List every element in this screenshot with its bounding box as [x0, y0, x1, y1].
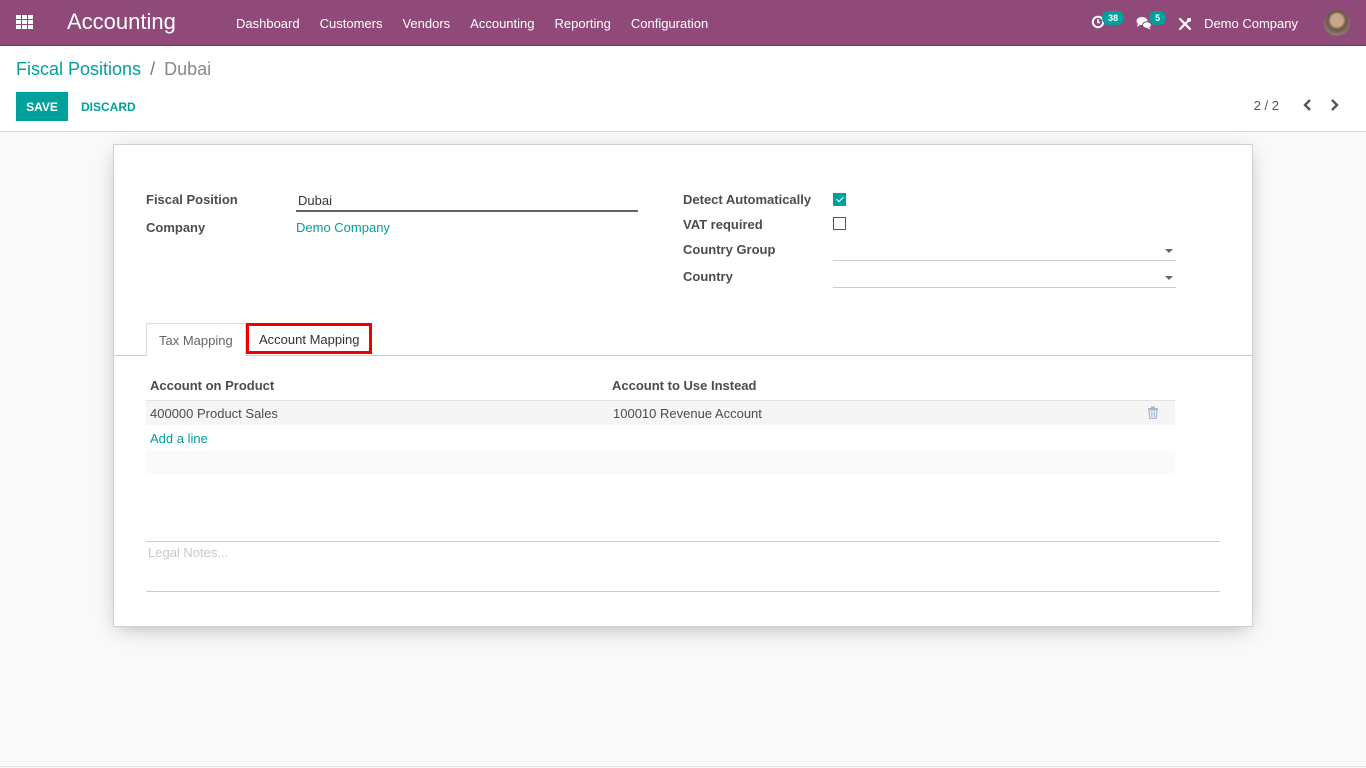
table-row[interactable]: 400000 Product Sales 100010 Revenue Acco…: [146, 400, 1175, 425]
activity-badge: 38: [1102, 11, 1125, 25]
activity-menu[interactable]: 38: [1076, 0, 1125, 46]
country-label: Country: [683, 269, 733, 284]
discard-button[interactable]: DISCARD: [72, 92, 145, 121]
debug-tools-menu[interactable]: [1174, 0, 1200, 46]
fiscal-position-input[interactable]: [296, 191, 638, 212]
pager-next-button[interactable]: [1328, 96, 1342, 114]
company-switcher[interactable]: Demo Company: [1204, 16, 1298, 31]
country-group-select[interactable]: [833, 241, 1176, 261]
notes-divider-top: [146, 541, 1220, 542]
company-label: Company: [146, 220, 206, 235]
chevron-left-icon: [1303, 99, 1311, 111]
menu-dashboard[interactable]: Dashboard: [226, 16, 310, 31]
cell-account-to-use-instead: 100010 Revenue Account: [613, 406, 762, 421]
chevron-right-icon: [1331, 99, 1339, 111]
tools-icon: [1178, 17, 1192, 31]
detect-automatically-label: Detect Automatically: [683, 192, 812, 207]
vat-required-label: VAT required: [683, 217, 763, 232]
main-menu: Dashboard Customers Vendors Accounting R…: [226, 0, 718, 46]
messages-menu[interactable]: 5: [1130, 0, 1167, 46]
country-group-label: Country Group: [683, 242, 776, 257]
pager-previous-button[interactable]: [1300, 96, 1314, 114]
messages-badge: 5: [1149, 11, 1167, 25]
legal-notes-input[interactable]: [148, 545, 1218, 585]
detect-automatically-checkbox[interactable]: [833, 193, 846, 206]
breadcrumb-fiscal-positions[interactable]: Fiscal Positions: [16, 59, 141, 79]
dropdown-caret-icon: [1165, 249, 1173, 253]
fiscal-position-label: Fiscal Position: [146, 192, 238, 207]
app-title: Accounting: [67, 9, 176, 34]
breadcrumb-current: Dubai: [164, 59, 212, 79]
top-navbar: Accounting Dashboard Customers Vendors A…: [0, 0, 1366, 46]
menu-vendors[interactable]: Vendors: [392, 16, 460, 31]
pager-value[interactable]: 2 / 2: [1254, 98, 1279, 113]
cell-account-on-product: 400000 Product Sales: [150, 406, 278, 421]
apps-menu-icon[interactable]: [16, 15, 33, 30]
breadcrumb-separator: /: [150, 59, 156, 79]
company-link[interactable]: Demo Company: [296, 220, 390, 235]
tab-account-mapping[interactable]: Account Mapping: [246, 323, 373, 354]
tabs-divider: [114, 355, 1252, 356]
menu-configuration[interactable]: Configuration: [621, 16, 718, 31]
breadcrumb: Fiscal Positions / Dubai: [16, 59, 211, 80]
menu-accounting[interactable]: Accounting: [460, 16, 544, 31]
column-header-account-on-product[interactable]: Account on Product: [150, 378, 274, 393]
save-button[interactable]: SAVE: [16, 92, 68, 121]
page-bottom-border: [0, 766, 1366, 767]
dropdown-caret-icon: [1165, 276, 1173, 280]
country-select[interactable]: [833, 268, 1176, 288]
menu-customers[interactable]: Customers: [310, 16, 393, 31]
notes-divider-bottom: [146, 591, 1220, 592]
tab-tax-mapping[interactable]: Tax Mapping: [146, 323, 246, 356]
menu-reporting[interactable]: Reporting: [545, 16, 621, 31]
trash-icon[interactable]: [1147, 406, 1159, 419]
column-header-account-to-use-instead[interactable]: Account to Use Instead: [612, 378, 756, 393]
control-panel: Fiscal Positions / Dubai SAVE DISCARD 2 …: [0, 46, 1366, 132]
table-empty-row: [146, 451, 1175, 475]
vat-required-checkbox[interactable]: [833, 217, 846, 230]
add-line-link[interactable]: Add a line: [150, 431, 208, 446]
form-sheet: Fiscal Position Company Demo Company Det…: [113, 144, 1253, 627]
user-avatar[interactable]: [1324, 10, 1350, 36]
systray: 38 5 Demo Company: [1076, 0, 1366, 46]
